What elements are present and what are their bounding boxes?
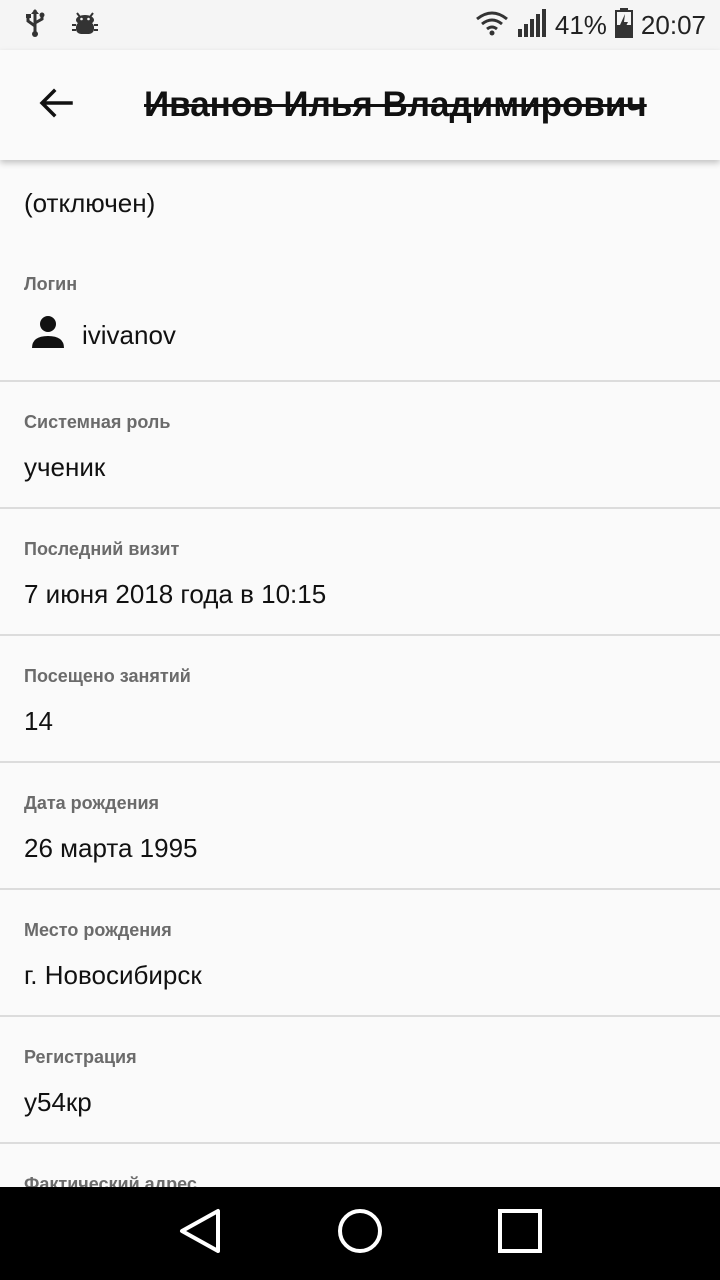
android-debug-icon <box>72 9 98 42</box>
field-value: г. Новосибирск <box>24 960 202 990</box>
login-value: ivivanov <box>82 320 176 350</box>
field-actual-address: Фактический адрес <box>0 1144 720 1187</box>
field-lessons-attended: Посещено занятий 14 <box>0 636 720 763</box>
field-label: Дата рождения <box>24 793 160 813</box>
field-label: Место рождения <box>24 920 172 940</box>
field-value: 7 июня 2018 года в 10:15 <box>24 579 327 609</box>
arrow-back-icon <box>39 88 73 123</box>
nav-recents-button[interactable] <box>490 1204 550 1264</box>
usb-icon <box>24 8 46 43</box>
circle-home-icon <box>337 1208 383 1259</box>
status-bar: 41% 20:07 <box>0 0 720 50</box>
battery-percent: 41% <box>554 9 607 40</box>
back-button[interactable] <box>20 69 92 141</box>
profile-content[interactable]: (отключен) Логин ivivanov Системная роль… <box>0 160 720 1187</box>
field-system-role: Системная роль ученик <box>0 382 720 509</box>
field-label: Фактический адрес <box>24 1174 197 1187</box>
field-value: 26 марта 1995 <box>24 833 198 863</box>
nav-home-button[interactable] <box>330 1204 390 1264</box>
field-birth-place: Место рождения г. Новосибирск <box>0 890 720 1017</box>
square-recents-icon <box>498 1209 542 1258</box>
wifi-icon <box>475 10 509 41</box>
signal-icon <box>517 8 547 42</box>
field-label: Последний визит <box>24 539 180 559</box>
field-login: Логин ivivanov <box>0 160 720 382</box>
person-icon <box>30 315 66 356</box>
triangle-back-icon <box>178 1208 222 1259</box>
battery-charging-icon <box>614 7 633 43</box>
field-value: 14 <box>24 706 53 736</box>
system-nav-bar <box>0 1187 720 1280</box>
field-birth-date: Дата рождения 26 марта 1995 <box>0 763 720 890</box>
field-label: Посещено занятий <box>24 666 191 686</box>
field-value: ученик <box>24 452 106 482</box>
nav-back-button[interactable] <box>170 1204 230 1264</box>
field-value: у54кр <box>24 1087 92 1117</box>
field-label: Регистрация <box>24 1047 137 1067</box>
field-label: Логин <box>24 274 78 294</box>
field-registration: Регистрация у54кр <box>0 1017 720 1144</box>
app-bar: Иванов Илья Владимирович <box>0 50 720 160</box>
login-row: ivivanov <box>30 315 176 356</box>
page-title: Иванов Илья Владимирович <box>144 85 647 124</box>
field-last-visit: Последний визит 7 июня 2018 года в 10:15 <box>0 509 720 636</box>
clock: 20:07 <box>640 9 706 40</box>
field-label: Системная роль <box>24 412 171 432</box>
